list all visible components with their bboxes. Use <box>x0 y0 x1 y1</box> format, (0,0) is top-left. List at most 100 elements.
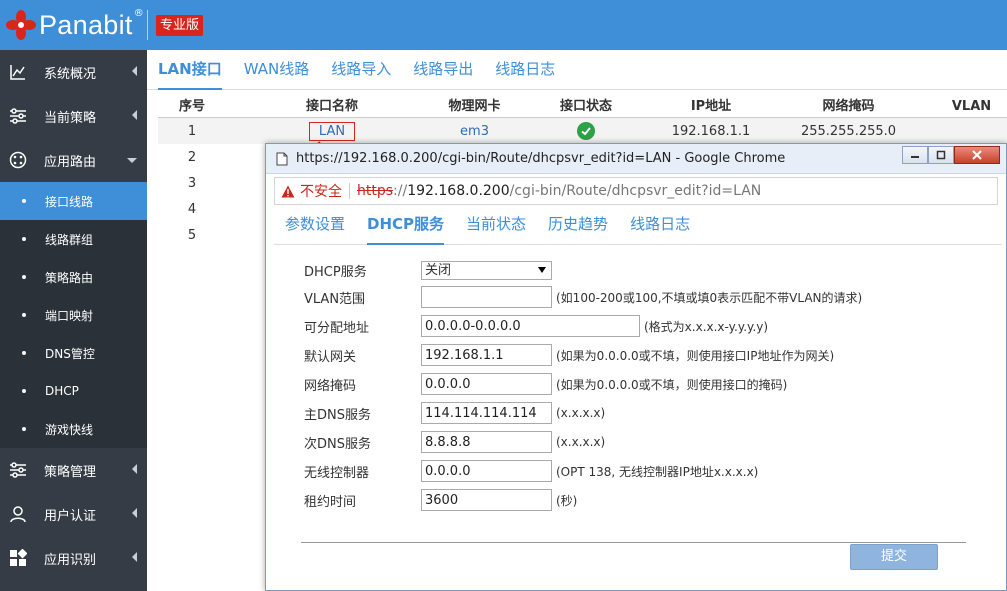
form-row-vlan-range: VLAN范围 (如100-200或100,不填或填0表示匹配不带VLAN的请求) <box>304 286 862 308</box>
sidebar-item-current-policy[interactable]: 当前策略 <box>0 94 147 138</box>
tab-line-log[interactable]: 线路日志 <box>495 50 555 90</box>
nic-cell: em3 <box>438 120 511 143</box>
window-controls <box>902 146 1000 164</box>
sidebar-item-app-identification[interactable]: 应用识别 <box>0 536 147 580</box>
dhcp-form: DHCP服务 关闭 VLAN范围 (如100-200或100,不填或填0表示匹配… <box>266 255 1006 591</box>
bullet-icon <box>22 275 26 279</box>
chevron-left-icon <box>132 464 137 474</box>
minimize-icon <box>911 156 919 158</box>
bullet-icon <box>22 351 26 355</box>
url-separator: :// <box>393 183 408 199</box>
page-icon <box>276 152 288 165</box>
field-label: VLAN范围 <box>304 291 366 307</box>
sidebar-item-label: 系统概况 <box>44 66 97 82</box>
column-header-vlan: VLAN <box>951 99 992 114</box>
addr-pool-input[interactable] <box>421 315 640 337</box>
sidebar-item-system-overview[interactable]: 系统概况 <box>0 50 147 94</box>
address-bar[interactable]: 不安全 https://192.168.0.200/cgi-bin/Route/… <box>274 177 998 205</box>
vlan-range-input[interactable] <box>421 286 552 308</box>
column-header-status: 接口状态 <box>559 99 612 114</box>
row-number: 1 <box>187 123 197 139</box>
column-header-name: 接口名称 <box>305 99 358 114</box>
chevron-left-icon <box>132 552 137 562</box>
column-header-ip: IP地址 <box>690 99 732 114</box>
tab-parameters[interactable]: 参数设置 <box>285 205 345 245</box>
sidebar-sub-label: 接口线路 <box>45 194 94 209</box>
line-chart-icon <box>9 63 27 81</box>
table-header: 序号 接口名称 物理网卡 接口状态 IP地址 网络掩码 VLAN <box>158 95 1007 118</box>
sidebar-item-interface-lines[interactable]: 接口线路 <box>0 182 147 220</box>
select-value: 关闭 <box>425 262 452 278</box>
sliders-icon <box>9 461 27 479</box>
tab-line-log[interactable]: 线路日志 <box>630 205 690 245</box>
secondary-dns-input[interactable] <box>421 431 552 453</box>
nic-link[interactable]: em3 <box>460 124 489 139</box>
bullet-icon <box>22 389 26 393</box>
sidebar-item-policy-routing[interactable]: 策略路由 <box>0 258 147 296</box>
wireless-controller-input[interactable] <box>421 460 552 482</box>
sidebar-item-line-groups[interactable]: 线路群组 <box>0 220 147 258</box>
submit-button[interactable]: 提交 <box>850 544 938 570</box>
field-hint: (如果为0.0.0.0或不填，则使用接口IP地址作为网关) <box>556 348 835 363</box>
row-number: 5 <box>187 227 197 243</box>
url-scheme: https <box>357 183 394 199</box>
tab-history-trend[interactable]: 历史趋势 <box>548 205 608 245</box>
main-tabs: LAN接口 WAN线路 线路导入 线路导出 线路日志 <box>147 50 1007 90</box>
chevron-down-icon <box>538 266 546 273</box>
sidebar-item-dns-control[interactable]: DNS管控 <box>0 334 147 372</box>
sidebar-item-label: 用户认证 <box>44 508 97 524</box>
tab-wan-lines[interactable]: WAN线路 <box>244 50 310 90</box>
field-hint: (如果为0.0.0.0或不填，则使用接口的掩码) <box>556 377 788 392</box>
sidebar: 系统概况 当前策略 应用路由 接口线路 线路群组 策略路由 端口映射 DNS管控… <box>0 50 147 591</box>
header-divider <box>147 10 148 40</box>
top-header: Panabit ® 专业版 <box>0 0 1007 50</box>
window-title: https://192.168.0.200/cgi-bin/Route/dhcp… <box>296 151 786 166</box>
form-divider <box>301 542 966 543</box>
sidebar-sub-label: DNS管控 <box>45 346 95 361</box>
popup-tabs: 参数设置 DHCP服务 当前状态 历史趋势 线路日志 <box>274 205 1002 245</box>
gateway-input[interactable] <box>421 344 552 366</box>
maximize-button[interactable] <box>928 146 954 164</box>
tab-lan-interface[interactable]: LAN接口 <box>158 50 222 90</box>
status-cell <box>511 120 661 143</box>
bullet-icon <box>22 427 26 431</box>
form-row-dns2: 次DNS服务 (x.x.x.x) <box>304 431 605 453</box>
field-hint: (如100-200或100,不填或填0表示匹配不带VLAN的请求) <box>556 290 863 305</box>
tab-current-status[interactable]: 当前状态 <box>466 205 526 245</box>
field-label: 默认网关 <box>304 349 357 365</box>
sidebar-item-dhcp[interactable]: DHCP <box>0 372 147 410</box>
primary-dns-input[interactable] <box>421 402 552 424</box>
field-hint: (格式为x.x.x.x-y.y.y.y) <box>644 319 769 334</box>
field-label: 可分配地址 <box>304 320 370 336</box>
panabit-logo[interactable]: Panabit ® <box>6 8 144 42</box>
minimize-button[interactable] <box>902 146 928 164</box>
grid-icon <box>9 549 27 567</box>
sidebar-item-label: 策略管理 <box>44 464 97 480</box>
logo-text: Panabit <box>39 9 133 40</box>
warning-icon <box>281 185 295 197</box>
tab-dhcp-service[interactable]: DHCP服务 <box>367 205 445 245</box>
table-row: 1 LAN em3 192.168.1.1 255.255.255.0 <box>158 118 1007 144</box>
sidebar-item-port-mapping[interactable]: 端口映射 <box>0 296 147 334</box>
close-icon <box>972 150 982 160</box>
sidebar-item-game-fastline[interactable]: 游戏快线 <box>0 410 147 448</box>
sidebar-item-app-routing[interactable]: 应用路由 <box>0 138 147 182</box>
ip-cell: 192.168.1.1 <box>671 123 751 139</box>
sidebar-item-user-auth[interactable]: 用户认证 <box>0 492 147 536</box>
tab-line-export[interactable]: 线路导出 <box>413 50 473 90</box>
sidebar-item-policy-management[interactable]: 策略管理 <box>0 448 147 492</box>
interface-name-cell: LAN <box>226 120 438 143</box>
netmask-input[interactable] <box>421 373 552 395</box>
close-button[interactable] <box>954 146 1000 164</box>
bullet-icon <box>22 237 26 241</box>
dhcp-service-select[interactable]: 关闭 <box>421 260 552 280</box>
insecure-label: 不安全 <box>300 184 342 200</box>
interface-name-link[interactable]: LAN <box>308 121 356 141</box>
column-header-mask: 网络掩码 <box>822 99 875 114</box>
tab-line-import[interactable]: 线路导入 <box>331 50 391 90</box>
form-row-netmask: 网络掩码 (如果为0.0.0.0或不填，则使用接口的掩码) <box>304 373 787 395</box>
lease-time-input[interactable] <box>421 489 552 511</box>
registered-mark: ® <box>133 7 144 19</box>
form-row-gateway: 默认网关 (如果为0.0.0.0或不填，则使用接口IP地址作为网关) <box>304 344 834 366</box>
address-divider <box>349 183 350 199</box>
